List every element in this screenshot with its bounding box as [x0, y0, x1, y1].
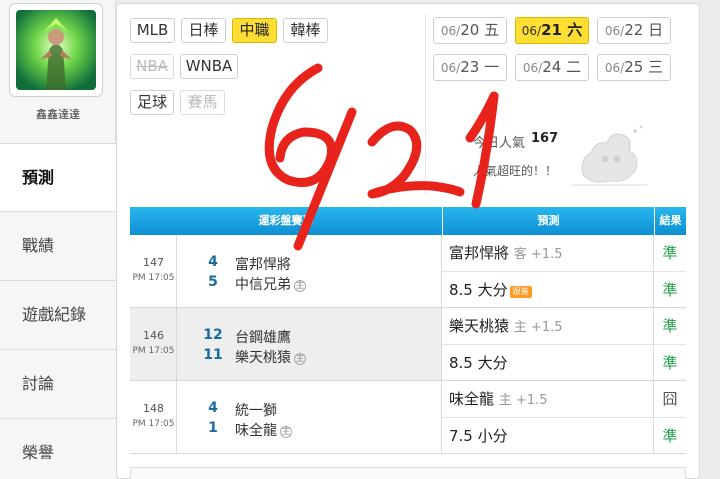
column-header-result: 結果 [655, 207, 686, 235]
popularity-label: 今日人氣 [473, 136, 526, 151]
league-tab-soccer[interactable]: 足球 [130, 90, 174, 115]
avatar-frame[interactable] [9, 3, 103, 97]
away-score: 12 [203, 327, 223, 343]
game-number-cell: 147 PM 17:05 [130, 235, 177, 307]
result-total: 準 [654, 417, 686, 453]
home-tag: 主 [294, 280, 306, 292]
table-row: 147 PM 17:05 4 富邦悍將 5 中信兄弟主 富邦悍將 客 +1.5 … [130, 235, 686, 308]
result-total: 準 [654, 271, 686, 307]
table-row: 146 PM 17:05 12 台鋼雄鷹 11 樂天桃猿主 樂天桃猿 主 +1.… [130, 308, 686, 381]
sidebar: 鑫鑫達達 預測 戰績 遊戲紀錄 討論 榮譽 [0, 0, 117, 479]
home-team[interactable]: 中信兄弟主 [235, 274, 306, 294]
home-team[interactable]: 味全龍主 [235, 420, 292, 440]
teams-cell: 4 統一獅 1 味全龍主 [177, 381, 442, 453]
game-number-cell: 148 PM 17:05 [130, 381, 177, 453]
sidebar-item-discussion[interactable]: 討論 [0, 349, 116, 417]
divider [425, 14, 426, 194]
date-button-0620[interactable]: 06/20 五 [433, 17, 507, 44]
table-row: 148 PM 17:05 4 統一獅 1 味全龍主 味全龍 主 +1.5 囧 7… [130, 381, 686, 454]
prediction-spread[interactable]: 樂天桃猿 主 +1.5 [442, 308, 654, 344]
username: 鑫鑫達達 [36, 108, 80, 121]
home-score: 1 [208, 420, 218, 436]
teams-cell: 12 台鋼雄鷹 11 樂天桃猿主 [177, 308, 442, 380]
date-button-0625[interactable]: 06/25 三 [597, 54, 671, 81]
away-team[interactable]: 富邦悍將 [235, 254, 291, 274]
league-tab-kbo[interactable]: 韓棒 [283, 18, 328, 43]
game-number: 148 [143, 402, 164, 415]
game-number-cell: 146 PM 17:05 [130, 308, 177, 380]
result-spread: 準 [654, 308, 686, 344]
sidebar-item-predictions[interactable]: 預測 [0, 143, 117, 211]
follow-badge: 跟進 [509, 286, 532, 298]
league-tab-nba: NBA [130, 54, 174, 79]
away-team[interactable]: 台鋼雄鷹 [235, 327, 291, 347]
teams-cell: 4 富邦悍將 5 中信兄弟主 [177, 235, 442, 307]
league-tab-npb[interactable]: 日棒 [181, 18, 226, 43]
league-tab-horse-racing: 賽馬 [180, 90, 225, 115]
home-score: 11 [203, 347, 223, 363]
avatar[interactable] [16, 10, 96, 90]
game-time: PM 17:05 [132, 419, 175, 429]
date-button-0624[interactable]: 06/24 二 [515, 54, 589, 81]
next-section-edge [130, 467, 686, 479]
sidebar-item-game-history[interactable]: 遊戲紀錄 [0, 280, 116, 348]
prediction-total[interactable]: 8.5 大分 [442, 344, 654, 380]
home-score: 5 [208, 274, 218, 290]
league-tab-cpbl[interactable]: 中職 [232, 18, 277, 43]
popularity-description: 人氣超旺的！！ [473, 164, 558, 178]
game-time: PM 17:05 [132, 273, 175, 283]
home-team[interactable]: 樂天桃猿主 [235, 347, 306, 367]
main-panel: MLB 日棒 中職 韓棒 NBA WNBA 足球 賽馬 06/20 五 06/2… [116, 3, 700, 479]
result-spread: 囧 [654, 381, 686, 417]
away-score: 4 [208, 400, 218, 416]
date-button-0621[interactable]: 06/21 六 [515, 17, 589, 44]
column-header-games: 運彩盤賽事 [130, 207, 442, 235]
game-number: 147 [143, 256, 164, 269]
prediction-total[interactable]: 7.5 小分 [442, 417, 654, 453]
prediction-total[interactable]: 8.5 大分 跟進 [442, 271, 654, 307]
prediction-spread[interactable]: 富邦悍將 客 +1.5 [442, 235, 654, 271]
away-score: 4 [208, 254, 218, 270]
sidebar-item-honors[interactable]: 榮譽 [0, 418, 116, 479]
result-total: 準 [654, 344, 686, 380]
league-tab-wnba[interactable]: WNBA [180, 54, 238, 79]
league-tab-mlb[interactable]: MLB [130, 18, 175, 43]
game-time: PM 17:05 [132, 346, 175, 356]
home-tag: 主 [294, 353, 306, 365]
game-number: 146 [143, 329, 164, 342]
result-spread: 準 [654, 235, 686, 271]
away-team[interactable]: 統一獅 [235, 400, 277, 420]
date-button-0623[interactable]: 06/23 一 [433, 54, 507, 81]
date-button-0622[interactable]: 06/22 日 [597, 17, 671, 44]
prediction-spread[interactable]: 味全龍 主 +1.5 [442, 381, 654, 417]
sidebar-item-record[interactable]: 戰績 [0, 211, 116, 279]
popularity-count: 167 [531, 131, 559, 146]
home-tag: 主 [280, 426, 292, 438]
mascot-icon [569, 119, 649, 189]
column-header-prediction: 預測 [443, 207, 654, 235]
